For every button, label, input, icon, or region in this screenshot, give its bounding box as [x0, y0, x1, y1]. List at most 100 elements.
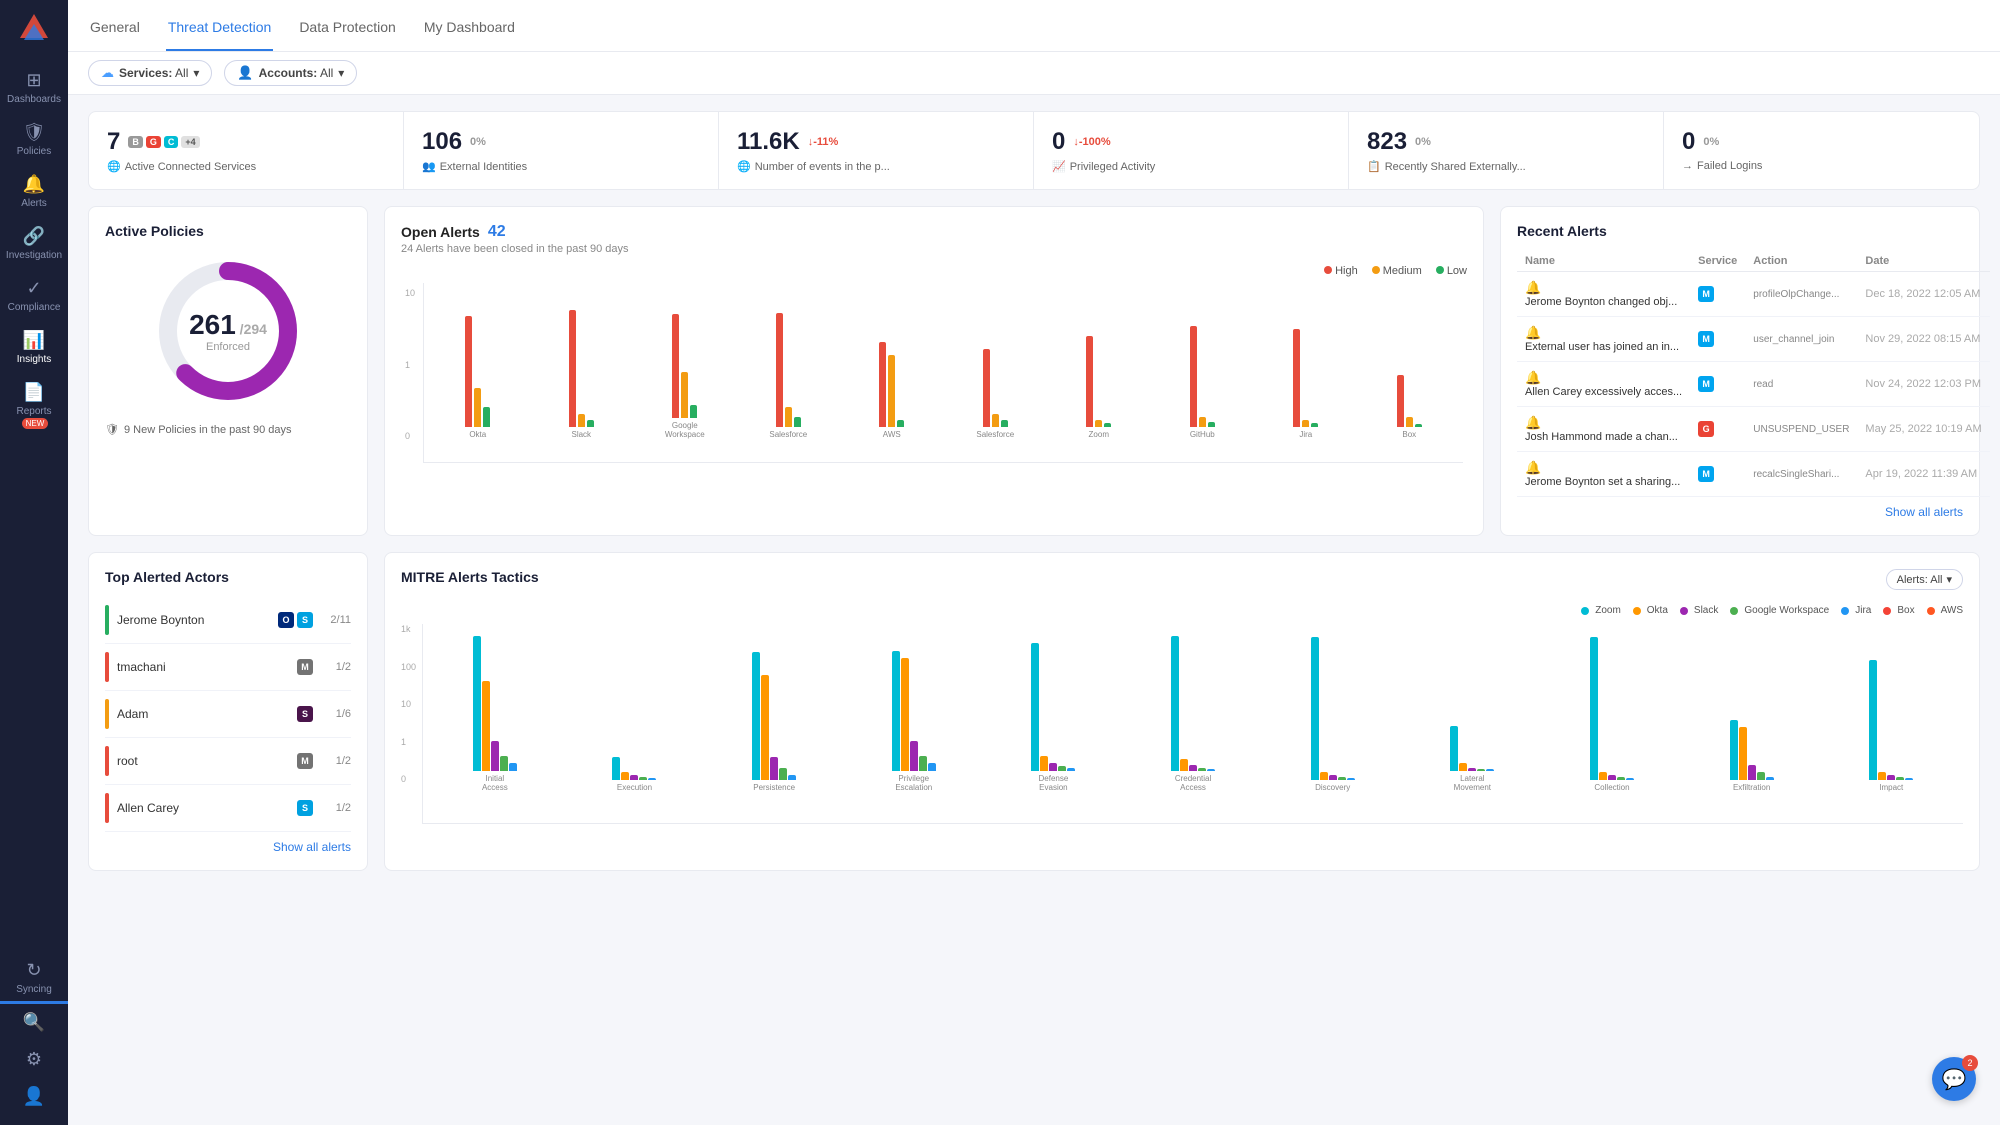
mitre-bar — [621, 772, 629, 780]
bar-group: Salesforce — [739, 293, 839, 440]
alert-name: Jerome Boynton changed obj... — [1525, 296, 1677, 308]
bar-medium — [785, 407, 792, 427]
alert-name-cell: 🔔 Josh Hammond made a chan... — [1517, 407, 1690, 452]
bar-low — [690, 405, 697, 418]
tab-my-dashboard[interactable]: My Dashboard — [422, 5, 517, 51]
actor-name: Adam — [117, 707, 289, 721]
sidebar-item-label: Insights — [17, 354, 51, 366]
alert-row[interactable]: 🔔 Jerome Boynton changed obj... M profil… — [1517, 272, 1990, 317]
bar-medium — [992, 414, 999, 427]
content-area: 7 B G C +4 🌐 Active Connected Services 1… — [68, 95, 2000, 1125]
bar-label: Google Workspace — [665, 421, 705, 440]
bar-group: Slack — [532, 293, 632, 440]
bar-label: Okta — [469, 430, 486, 440]
mitre-bar — [1067, 768, 1075, 771]
card-title: Recent Alerts — [1517, 223, 1963, 239]
alert-action-cell: profileOlpChange... — [1745, 272, 1857, 317]
sidebar-item-settings[interactable]: ⚙ — [0, 1041, 68, 1078]
sidebar-item-compliance[interactable]: ✓ Compliance — [0, 270, 68, 322]
bar-high — [776, 313, 783, 427]
bar-low — [483, 407, 490, 427]
alert-row[interactable]: 🔔 Allen Carey excessively acces... M rea… — [1517, 362, 1990, 407]
donut-label: Enforced — [189, 341, 267, 353]
mitre-bar — [473, 636, 481, 771]
legend-dot — [1927, 607, 1935, 615]
bar-group: Jira — [1256, 293, 1356, 440]
app-logo[interactable] — [16, 10, 52, 46]
stat-label: 📈 Privileged Activity — [1052, 160, 1330, 173]
show-all-alerts[interactable]: Show all alerts — [1517, 505, 1963, 519]
stats-row: 7 B G C +4 🌐 Active Connected Services 1… — [88, 111, 1980, 190]
sidebar-item-label: Reports NEW — [4, 406, 64, 430]
bar-label: Jira — [1299, 430, 1312, 440]
sidebar-item-label: Compliance — [8, 302, 61, 314]
accounts-filter[interactable]: 👤 Accounts: All ▾ — [224, 60, 357, 86]
sidebar-item-insights[interactable]: 📊 Insights — [0, 322, 68, 374]
globe-icon: 🌐 — [107, 160, 121, 173]
syncing-progress — [0, 1001, 68, 1004]
legend-item: Jira — [1841, 605, 1871, 616]
show-all-actors[interactable]: Show all alerts — [105, 840, 351, 854]
tab-threat-detection[interactable]: Threat Detection — [166, 5, 274, 51]
y-axis: 10 1 0 — [405, 283, 419, 463]
services-filter[interactable]: ☁ Services: All ▾ — [88, 60, 212, 86]
filter-bar: ☁ Services: All ▾ 👤 Accounts: All ▾ — [68, 52, 2000, 95]
mitre-y-axis: 1k 100 10 1 0 — [401, 624, 420, 784]
actor-name: Jerome Boynton — [117, 613, 270, 627]
mitre-col: Credential Access — [1125, 632, 1261, 793]
bar-group: Salesforce — [946, 293, 1046, 440]
share-icon: 📋 — [1367, 160, 1381, 173]
chevron-down-icon: ▾ — [338, 66, 344, 80]
sidebar-item-syncing[interactable]: ↻ Syncing — [0, 952, 68, 1004]
chat-button[interactable]: 💬 2 — [1932, 1057, 1976, 1101]
bar-group: Okta — [428, 293, 528, 440]
card-title: Top Alerted Actors — [105, 569, 351, 585]
mitre-bar — [1459, 763, 1467, 771]
chevron-down-icon: ▾ — [1946, 573, 1952, 586]
bell-icon: 🔔 — [1525, 280, 1541, 295]
bar-label: Slack — [571, 430, 591, 440]
alert-row[interactable]: 🔔 External user has joined an in... M us… — [1517, 317, 1990, 362]
actor-icons: M — [297, 753, 313, 769]
bar-medium — [681, 372, 688, 418]
mitre-col: Impact — [1823, 632, 1959, 793]
mitre-legend: ZoomOktaSlackGoogle WorkspaceJiraBoxAWS — [401, 605, 1963, 616]
sidebar-item-search[interactable]: 🔍 — [0, 1004, 68, 1041]
donut-center: 261 /294 Enforced — [189, 309, 267, 353]
alert-row[interactable]: 🔔 Jerome Boynton set a sharing... M reca… — [1517, 452, 1990, 497]
tab-general[interactable]: General — [88, 5, 142, 51]
mitre-col: Defense Evasion — [986, 632, 1122, 793]
actor-row: root M 1/2 — [105, 738, 351, 785]
mitre-bar — [1031, 643, 1039, 771]
col-action: Action — [1745, 251, 1857, 272]
active-policies-card: Active Policies 261 /294 Enforced 🛡 — [88, 206, 368, 536]
sidebar-item-dashboards[interactable]: ⊞ Dashboards — [0, 62, 68, 114]
open-alerts-card: Open Alerts 42 24 Alerts have been close… — [384, 206, 1484, 536]
mitre-bar — [509, 763, 517, 771]
alert-name-cell: 🔔 Jerome Boynton set a sharing... — [1517, 452, 1690, 497]
mitre-label: Credential Access — [1175, 774, 1211, 793]
sidebar-item-label: Investigation — [6, 250, 62, 262]
mitre-filter[interactable]: Alerts: All ▾ — [1886, 569, 1963, 590]
sidebar-item-alerts[interactable]: 🔔 Alerts — [0, 166, 68, 218]
sidebar-item-reports[interactable]: 📄 Reports NEW — [0, 374, 68, 438]
sidebar-item-user[interactable]: 👤 — [0, 1078, 68, 1115]
tab-data-protection[interactable]: Data Protection — [297, 5, 398, 51]
mitre-bar — [1450, 726, 1458, 771]
mitre-bar — [1180, 759, 1188, 771]
mitre-bar — [1329, 775, 1337, 780]
donut-container: 261 /294 Enforced — [105, 251, 351, 411]
mitre-bar — [928, 763, 936, 771]
alert-row[interactable]: 🔔 Josh Hammond made a chan... G UNSUSPEN… — [1517, 407, 1990, 452]
mitre-bar — [1590, 637, 1598, 780]
stat-value: 106 0% — [422, 128, 700, 156]
sidebar-item-investigation[interactable]: 🔗 Investigation — [0, 218, 68, 270]
actor-icons: S — [297, 706, 313, 722]
mitre-col: Discovery — [1265, 632, 1401, 793]
bar-low — [1415, 424, 1422, 427]
syncing-label: Syncing — [16, 984, 52, 996]
insights-icon: 📊 — [23, 330, 45, 351]
sidebar-item-policies[interactable]: 🛡 Policies — [0, 114, 68, 166]
stat-label: 📋 Recently Shared Externally... — [1367, 160, 1645, 173]
mitre-label: Execution — [617, 783, 652, 793]
